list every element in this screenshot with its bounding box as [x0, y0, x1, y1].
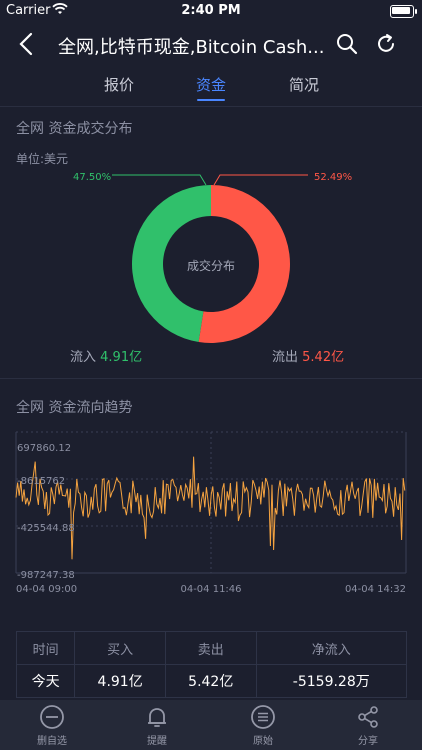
- outflow-summary: 流出 5.42亿: [272, 346, 344, 365]
- table-cell-net: -5159.28万: [255, 664, 408, 698]
- table-cell-buy: 4.91亿: [74, 664, 166, 698]
- divider: [0, 106, 422, 107]
- segment-tabs: 报价 资金 简况: [0, 66, 422, 106]
- table-header-cell: 卖出: [164, 631, 257, 665]
- x-tick-label: 04-04 14:32: [345, 584, 406, 595]
- share-icon: [358, 706, 378, 728]
- y-tick-label: -8615762: [17, 476, 65, 487]
- bell-icon: [148, 708, 166, 727]
- donut-center-label: 成交分布: [187, 258, 235, 273]
- alert-button[interactable]: 提醒: [117, 704, 197, 747]
- divider: [0, 378, 422, 379]
- original-button[interactable]: 原始: [223, 704, 303, 747]
- share-button[interactable]: 分享: [328, 704, 408, 747]
- table-cell-sell: 5.42亿: [164, 664, 257, 698]
- active-tab-indicator: [197, 99, 225, 101]
- remove-watchlist-button[interactable]: 删自选: [12, 704, 92, 747]
- toolbar-label: 原始: [253, 736, 273, 747]
- distribution-section-title: 全网 资金成交分布: [16, 121, 133, 137]
- toolbar-label: 提醒: [147, 736, 167, 747]
- outflow-value: 5.42亿: [302, 350, 345, 365]
- page-title: 全网,比特币现金,Bitcoin Cash...: [58, 37, 325, 58]
- trend-section-title: 全网 资金流向趋势: [16, 400, 133, 416]
- battery-icon: [390, 5, 417, 18]
- flow-table: 时间 买入 卖出 净流入 今天 4.91亿 5.42亿 -5159.28万: [15, 631, 408, 698]
- back-icon[interactable]: [14, 30, 40, 58]
- clock: 2:40 PM: [181, 3, 241, 18]
- table-cell-time: 今天: [15, 664, 76, 698]
- table-header-cell: 净流入: [255, 631, 408, 665]
- inflow-label: 流入: [70, 350, 97, 365]
- toolbar-label: 删自选: [37, 736, 67, 747]
- status-bar: Carrier 2:40 PM: [0, 0, 422, 22]
- y-tick-label: 697860.12: [17, 443, 71, 454]
- x-tick-label: 04-04 09:00: [16, 584, 77, 595]
- search-icon[interactable]: [336, 33, 358, 55]
- refresh-icon[interactable]: [375, 33, 397, 55]
- inflow-summary: 流入 4.91亿: [70, 346, 142, 365]
- trend-series-line: [15, 456, 406, 560]
- table-row: 今天 4.91亿 5.42亿 -5159.28万: [15, 664, 408, 698]
- minus-circle-icon: [40, 705, 64, 729]
- toolbar-label: 分享: [358, 736, 378, 747]
- y-tick-label: -425544.88: [17, 523, 75, 534]
- table-header-row: 时间 买入 卖出 净流入: [15, 631, 408, 665]
- inflow-leader-line: [112, 174, 207, 186]
- inflow-value: 4.91亿: [100, 350, 143, 365]
- outflow-leader-line: [213, 174, 308, 186]
- tab-funds[interactable]: 资金: [181, 74, 241, 95]
- table-header-cell: 买入: [74, 631, 166, 665]
- tab-quote[interactable]: 报价: [89, 74, 149, 95]
- trend-chart: 697860.12 -8615762 -425544.88 -987247.38…: [15, 431, 407, 595]
- bottom-toolbar: 删自选 提醒 原始 分享: [0, 700, 422, 750]
- table-header-cell: 时间: [15, 631, 76, 665]
- x-tick-label: 04-04 11:46: [180, 584, 241, 595]
- list-circle-icon: [251, 705, 275, 729]
- outflow-label: 流出: [272, 350, 299, 365]
- inflow-percent: 47.50%: [73, 172, 111, 183]
- y-tick-label: -987247.38: [17, 570, 75, 581]
- tab-overview[interactable]: 简况: [274, 74, 334, 95]
- nav-bar: 全网,比特币现金,Bitcoin Cash...: [0, 22, 422, 66]
- donut-chart: 47.50% 52.49% 成交分布: [73, 172, 352, 343]
- outflow-percent: 52.49%: [314, 172, 352, 183]
